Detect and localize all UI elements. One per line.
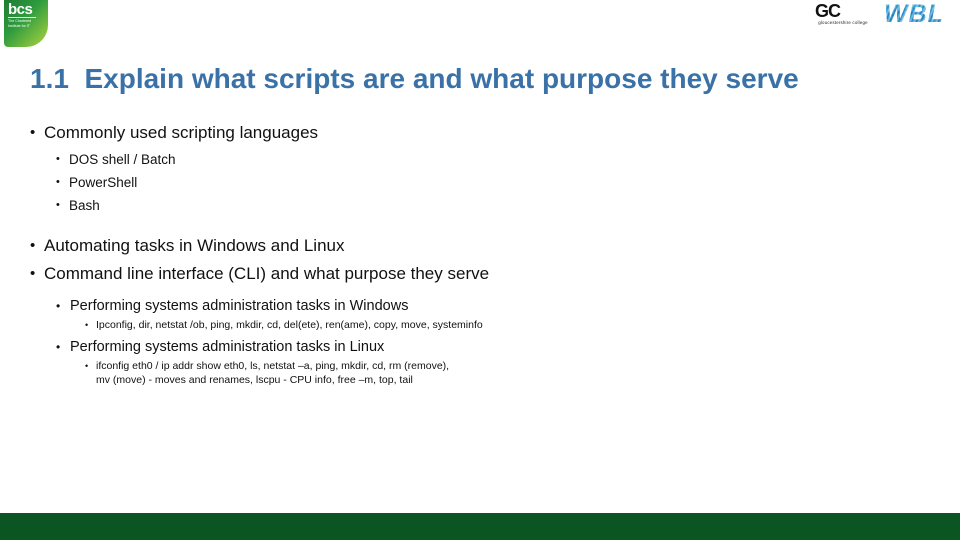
slide-canvas: bcs The Chartered Institute for IT GC gl… xyxy=(0,0,960,540)
bullet-linux-admin-tasks: • Performing systems administration task… xyxy=(0,335,930,359)
bcs-wordmark: bcs xyxy=(8,1,33,18)
bcs-logo-divider xyxy=(8,17,36,18)
footer-bar xyxy=(0,513,960,540)
gc-mark: GC xyxy=(815,1,841,21)
bullet-label: mv (move) - moves and renames, lscpu - C… xyxy=(96,374,413,386)
bullet-dot-icon: • xyxy=(56,199,60,211)
bullet-windows-admin-tasks: • Performing systems administration task… xyxy=(0,294,930,318)
bullet-dot-icon: • xyxy=(30,265,36,282)
bullet-linux-commands-line2: • mv (move) - moves and renames, lscpu -… xyxy=(0,373,930,387)
bullet-powershell: • PowerShell xyxy=(0,171,930,194)
bullet-linux-commands-line1: • ifconfig eth0 / ip addr show eth0, ls,… xyxy=(0,359,930,373)
page-title: 1.1 Explain what scripts are and what pu… xyxy=(30,63,799,94)
bullet-label: Ipconfig, dir, netstat /ob, ping, mkdir,… xyxy=(96,319,483,331)
bullet-dos-shell-batch: • DOS shell / Batch xyxy=(0,148,930,171)
bullet-label: DOS shell / Batch xyxy=(69,152,176,167)
bullet-dot-icon: • xyxy=(30,124,36,141)
bullet-dot-icon: • xyxy=(85,320,89,330)
bullet-label: PowerShell xyxy=(69,175,138,190)
bullet-scripting-languages: • Commonly used scripting languages xyxy=(0,120,930,145)
bullet-label: Commonly used scripting languages xyxy=(44,123,319,142)
bullet-bash: • Bash xyxy=(0,194,930,217)
bullet-automating-tasks: • Automating tasks in Windows and Linux xyxy=(0,233,930,258)
bullet-dot-icon: • xyxy=(56,340,61,354)
wbl-logo: WBL xyxy=(884,0,944,28)
bullet-dot-icon: • xyxy=(56,153,60,165)
bullet-label: Performing systems administration tasks … xyxy=(70,298,409,314)
bullet-dot-icon: • xyxy=(56,176,60,188)
bullet-label: ifconfig eth0 / ip addr show eth0, ls, n… xyxy=(96,360,450,372)
bullet-command-line-interface: • Command line interface (CLI) and what … xyxy=(0,261,930,286)
bullet-dot-icon: • xyxy=(85,361,89,371)
bcs-tagline: The Chartered Institute for IT xyxy=(8,19,32,28)
bullet-dot-icon: • xyxy=(56,299,61,313)
gc-subtitle: gloucestershire college xyxy=(818,20,868,25)
bcs-logo: bcs The Chartered Institute for IT xyxy=(4,0,48,47)
bullet-label: Performing systems administration tasks … xyxy=(70,339,385,355)
gc-logo: GC gloucestershire college xyxy=(806,2,880,32)
bullet-label: Command line interface (CLI) and what pu… xyxy=(44,264,490,283)
slide-body: • Commonly used scripting languages • DO… xyxy=(0,120,930,387)
bullet-windows-commands: • Ipconfig, dir, netstat /ob, ping, mkdi… xyxy=(0,318,930,332)
bullet-dot-icon: • xyxy=(30,237,36,254)
bullet-label: Automating tasks in Windows and Linux xyxy=(44,236,345,255)
bullet-label: Bash xyxy=(69,198,100,213)
